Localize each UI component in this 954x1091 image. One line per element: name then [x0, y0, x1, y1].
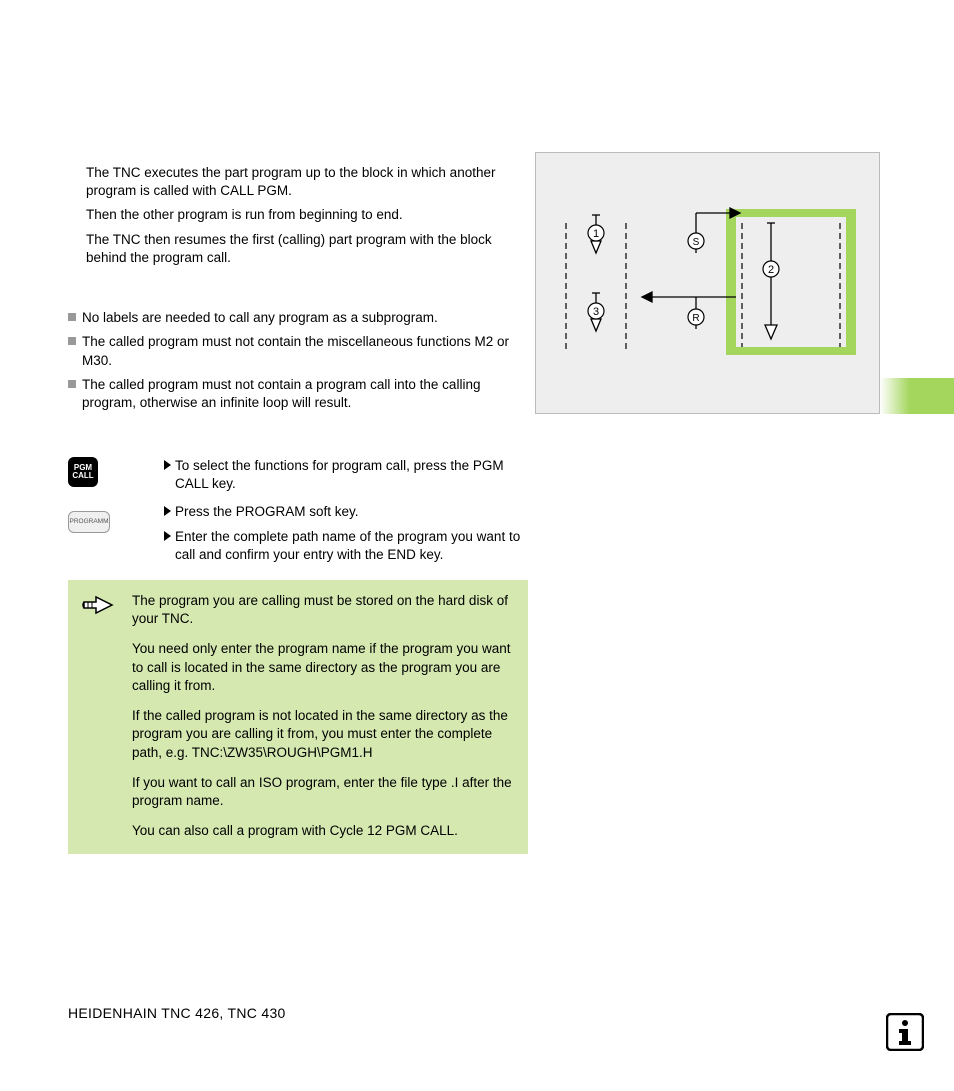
footer-text: HEIDENHAIN TNC 426, TNC 430: [68, 1004, 286, 1023]
diagram-label-2: 2: [768, 264, 774, 276]
pointing-hand-icon: [82, 592, 116, 620]
triangle-bullet-icon: [164, 460, 171, 470]
bullet-item: No labels are needed to call any program…: [68, 309, 528, 327]
programm-softkey-icon: PROGRAMM: [68, 511, 110, 533]
triangle-bullet-icon: [164, 506, 171, 516]
flow-diagram: 1 3 S R 2: [535, 152, 880, 414]
bullet-text: No labels are needed to call any program…: [82, 309, 528, 327]
note-box: The program you are calling must be stor…: [68, 580, 528, 854]
instruction-text: To select the functions for program call…: [175, 457, 528, 493]
instruction-block: PGM CALL To select the functions for pro…: [68, 457, 528, 574]
note-paragraph: If the called program is not located in …: [132, 707, 514, 762]
note-paragraph: The program you are calling must be stor…: [132, 592, 514, 628]
diagram-label-1: 1: [593, 228, 599, 240]
bullet-text: The called program must not contain the …: [82, 333, 528, 369]
key-label: PROGRAMM: [70, 519, 109, 526]
body-text-column: The TNC executes the part program up to …: [68, 164, 528, 418]
paragraph: The TNC executes the part program up to …: [86, 164, 528, 200]
square-bullet-icon: [68, 380, 76, 388]
diagram-label-s: S: [693, 237, 700, 248]
diagram-label-r: R: [692, 313, 699, 324]
side-tab: [880, 378, 954, 414]
note-paragraph: You need only enter the program name if …: [132, 640, 514, 695]
key-label: CALL: [72, 472, 93, 480]
paragraph: Then the other program is run from begin…: [86, 206, 528, 224]
note-paragraph: You can also call a program with Cycle 1…: [132, 822, 514, 840]
instruction-text: Press the PROGRAM soft key.: [175, 503, 359, 521]
paragraph: The TNC then resumes the first (calling)…: [86, 231, 528, 267]
square-bullet-icon: [68, 337, 76, 345]
bullet-item: The called program must not contain the …: [68, 333, 528, 369]
diagram-label-3: 3: [593, 306, 599, 318]
bullet-item: The called program must not contain a pr…: [68, 376, 528, 412]
bullet-text: The called program must not contain a pr…: [82, 376, 528, 412]
square-bullet-icon: [68, 313, 76, 321]
triangle-bullet-icon: [164, 531, 171, 541]
instruction-text: Enter the complete path name of the prog…: [175, 528, 528, 564]
note-paragraph: If you want to call an ISO program, ente…: [132, 774, 514, 810]
pgm-call-key-icon: PGM CALL: [68, 457, 98, 487]
info-icon: [886, 1013, 924, 1051]
